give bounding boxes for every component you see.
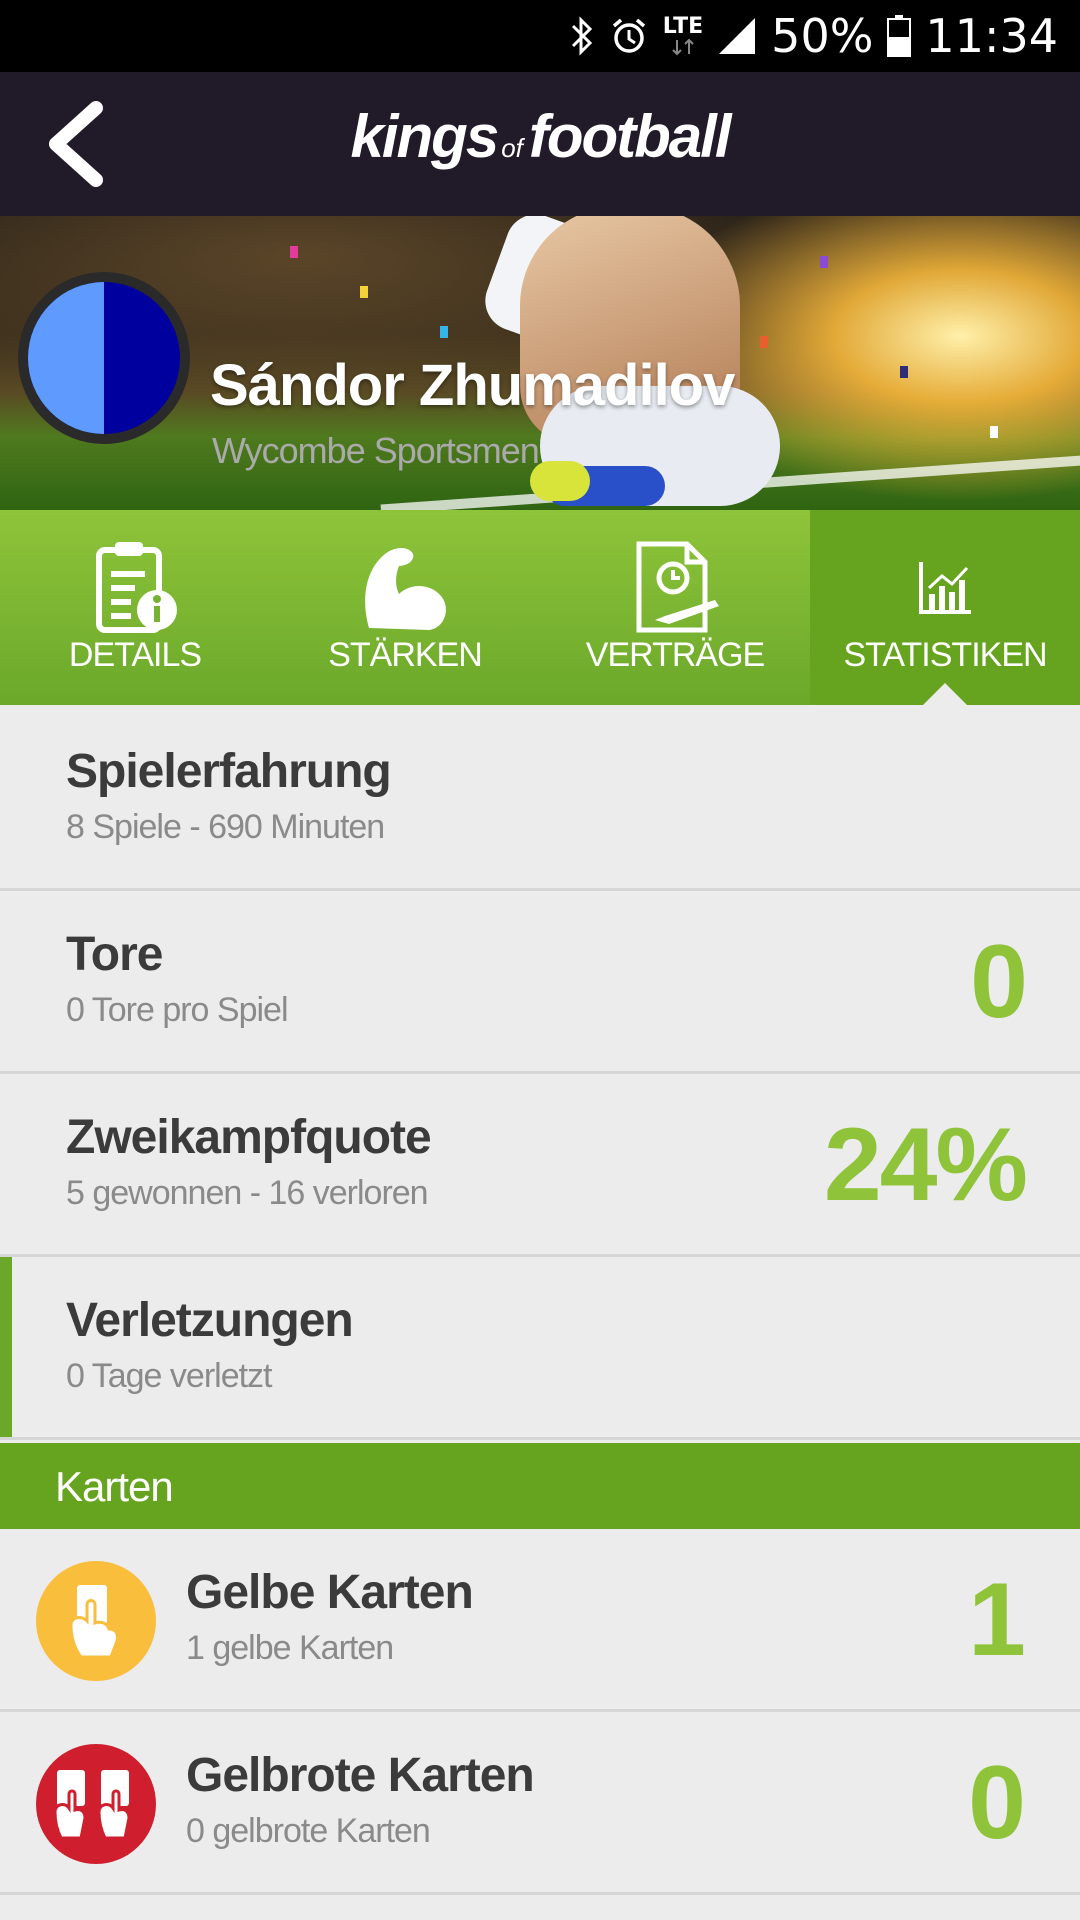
- card-row-yellow-red[interactable]: Gelbrote Karten 0 gelbrote Karten 0: [0, 1712, 1080, 1895]
- confetti: [900, 366, 908, 378]
- stat-title: Tore: [66, 928, 163, 981]
- card-subtitle: 0 gelbrote Karten: [186, 1812, 431, 1850]
- card-title: Gelbrote Karten: [186, 1749, 535, 1802]
- app-logo: kings of football: [0, 102, 1080, 171]
- brand-of: of: [501, 133, 523, 163]
- alarm-icon: [612, 18, 645, 53]
- battery-icon: [887, 15, 912, 57]
- battery-percent: 50%: [771, 9, 874, 63]
- player-tabs: DETAILS STÄRKEN VERTRÄGE STATISTIKEN: [0, 510, 1080, 705]
- bluetooth-icon: [571, 16, 592, 56]
- stat-subtitle: 8 Spiele - 690 Minuten: [66, 808, 385, 846]
- status-bar: LTE 50% 11:34: [0, 0, 1080, 72]
- chart-icon: [919, 562, 971, 614]
- card-value: 0: [968, 1745, 1026, 1861]
- stat-title: Spielerfahrung: [66, 745, 392, 798]
- card-subtitle: 1 gelbe Karten: [186, 1629, 394, 1667]
- app-bar: kings of football: [0, 72, 1080, 216]
- bicep-icon: [365, 548, 446, 630]
- network-type: LTE: [662, 14, 704, 39]
- card-title: Gelbe Karten: [186, 1566, 474, 1619]
- stat-value: 0: [970, 924, 1028, 1040]
- stat-subtitle: 0 Tage verletzt: [66, 1357, 273, 1395]
- brand-football: football: [528, 103, 732, 170]
- tab-details-label: DETAILS: [68, 636, 202, 674]
- contract-icon: [636, 541, 719, 633]
- confetti: [760, 336, 768, 348]
- confetti: [360, 286, 368, 298]
- brand-kings: kings: [350, 103, 499, 170]
- confetti: [820, 256, 828, 268]
- section-header-karten: Karten: [0, 1443, 1080, 1529]
- details-document-icon: [96, 542, 177, 633]
- lte-indicator: LTE: [663, 16, 703, 56]
- club-name[interactable]: Wycombe Sportsmen: [212, 430, 540, 472]
- stat-subtitle: 0 Tore pro Spiel: [66, 991, 289, 1029]
- card-row-yellow[interactable]: Gelbe Karten 1 gelbe Karten 1: [0, 1529, 1080, 1712]
- stat-row-spielerfahrung[interactable]: Spielerfahrung 8 Spiele - 690 Minuten: [0, 708, 1080, 891]
- signal-icon: [719, 18, 756, 54]
- confetti: [290, 246, 298, 258]
- tab-staerken[interactable]: STÄRKEN: [270, 510, 540, 705]
- confetti: [440, 326, 448, 338]
- stat-row-zweikampfquote[interactable]: Zweikampfquote 5 gewonnen - 16 verloren …: [0, 1074, 1080, 1257]
- crest-left-half: [28, 282, 104, 434]
- tab-vertraege-label: VERTRÄGE: [585, 636, 765, 674]
- stat-subtitle: 5 gewonnen - 16 verloren: [66, 1174, 429, 1212]
- stat-row-tore[interactable]: Tore 0 Tore pro Spiel 0: [0, 891, 1080, 1074]
- yellow-card-icon: [36, 1561, 156, 1681]
- tab-staerken-label: STÄRKEN: [328, 636, 483, 674]
- card-value: 1: [968, 1562, 1026, 1678]
- stat-row-verletzungen[interactable]: Verletzungen 0 Tage verletzt: [0, 1257, 1080, 1440]
- player-name: Sándor Zhumadilov: [210, 353, 735, 418]
- stat-title: Zweikampfquote: [66, 1111, 432, 1164]
- yellow-red-card-icon: [36, 1744, 156, 1864]
- club-crest: [18, 272, 190, 444]
- tab-statistiken[interactable]: STATISTIKEN: [810, 510, 1080, 705]
- tab-statistiken-label: STATISTIKEN: [843, 636, 1047, 674]
- stat-value: 24%: [823, 1107, 1028, 1223]
- active-tab-indicator: [923, 683, 967, 705]
- confetti: [990, 426, 998, 438]
- stat-title: Verletzungen: [66, 1294, 354, 1347]
- tab-details[interactable]: DETAILS: [0, 510, 270, 705]
- hero-player-boot: [530, 461, 590, 501]
- tab-vertraege[interactable]: VERTRÄGE: [540, 510, 810, 705]
- section-title: Karten: [55, 1463, 174, 1510]
- row-accent-bar: [0, 1257, 12, 1437]
- clock: 11:34: [925, 9, 1058, 63]
